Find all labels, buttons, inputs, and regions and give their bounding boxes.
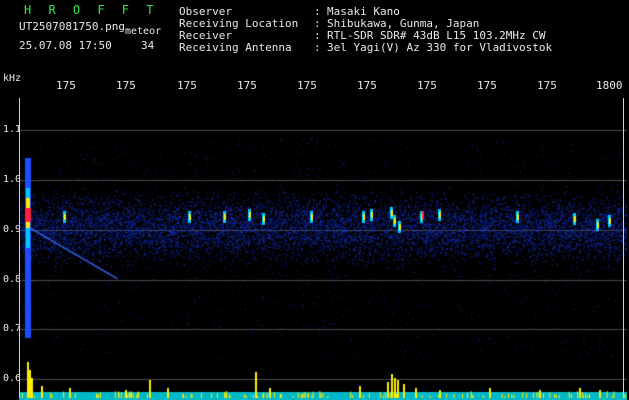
observer-colon: : [314, 5, 321, 18]
receiver-colon: : [314, 29, 321, 42]
x-tick: 175 [477, 79, 497, 92]
x-tick: 175 [537, 79, 557, 92]
y-axis-unit: kHz [3, 73, 22, 84]
file-name: UT2507081750.png [19, 20, 125, 33]
receiver-label: Receiver [179, 29, 232, 42]
location-label: Receiving Location [179, 17, 299, 30]
mode-tag: meteor [125, 26, 162, 37]
observer-label: Observer [179, 5, 232, 18]
observer-value: Masaki Kano [327, 5, 400, 18]
x-tick: 175 [237, 79, 257, 92]
meteor-count: 34 [141, 39, 155, 52]
x-tick: 175 [357, 79, 377, 92]
x-tick: 175 [417, 79, 437, 92]
location-value: Shibukawa, Gunma, Japan [327, 17, 480, 30]
x-tick: 1800 [596, 79, 623, 92]
date-time: 25.07.08 17:50 [19, 39, 112, 52]
x-tick: 175 [56, 79, 76, 92]
x-tick: 175 [297, 79, 317, 92]
antenna-value: 3el Yagi(V) Az 330 for Vladivostok [327, 41, 553, 54]
x-tick: 175 [116, 79, 136, 92]
antenna-label: Receiving Antenna [179, 41, 292, 54]
app-title: H R O F F T [24, 3, 159, 17]
x-tick: 175 [177, 79, 197, 92]
receiver-value: RTL-SDR SDR# 43dB L15 103.2MHz CW [327, 29, 546, 42]
location-colon: : [314, 17, 321, 30]
plot-frame [19, 98, 624, 398]
antenna-colon: : [314, 41, 321, 54]
